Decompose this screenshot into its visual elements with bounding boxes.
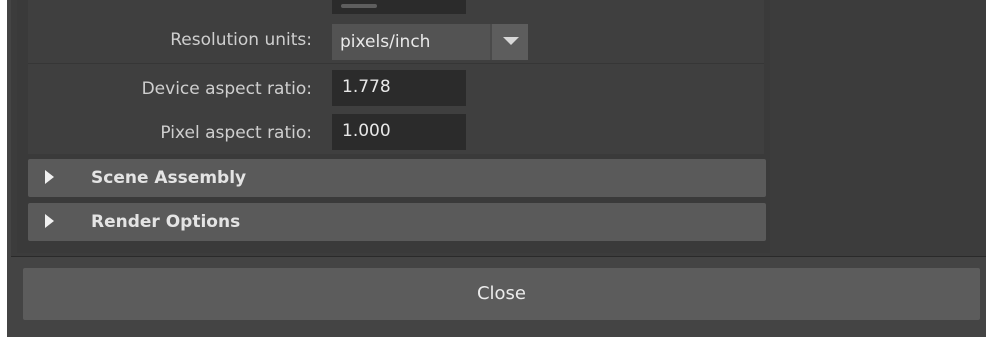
close-button[interactable]: Close: [23, 268, 980, 320]
device-aspect-ratio-label: Device aspect ratio:: [141, 79, 312, 99]
resolution-field-partial[interactable]: [332, 0, 466, 14]
resolution-units-label: Resolution units:: [170, 30, 312, 50]
section-render-options[interactable]: Render Options: [28, 203, 766, 241]
resolution-units-value: pixels/inch: [340, 32, 431, 52]
triangle-right-icon: [45, 214, 54, 228]
pixel-aspect-ratio-field[interactable]: 1.000: [332, 114, 466, 150]
section-scene-assembly[interactable]: Scene Assembly: [28, 159, 766, 197]
pixel-aspect-ratio-label: Pixel aspect ratio:: [160, 123, 312, 143]
resolution-units-dropdown[interactable]: pixels/inch: [332, 24, 528, 60]
triangle-right-icon: [45, 170, 54, 184]
section-divider: [28, 63, 764, 64]
chevron-down-icon[interactable]: [490, 24, 528, 60]
device-aspect-ratio-field[interactable]: 1.778: [332, 70, 466, 106]
section-title: Scene Assembly: [91, 168, 247, 188]
section-title: Render Options: [91, 212, 241, 232]
